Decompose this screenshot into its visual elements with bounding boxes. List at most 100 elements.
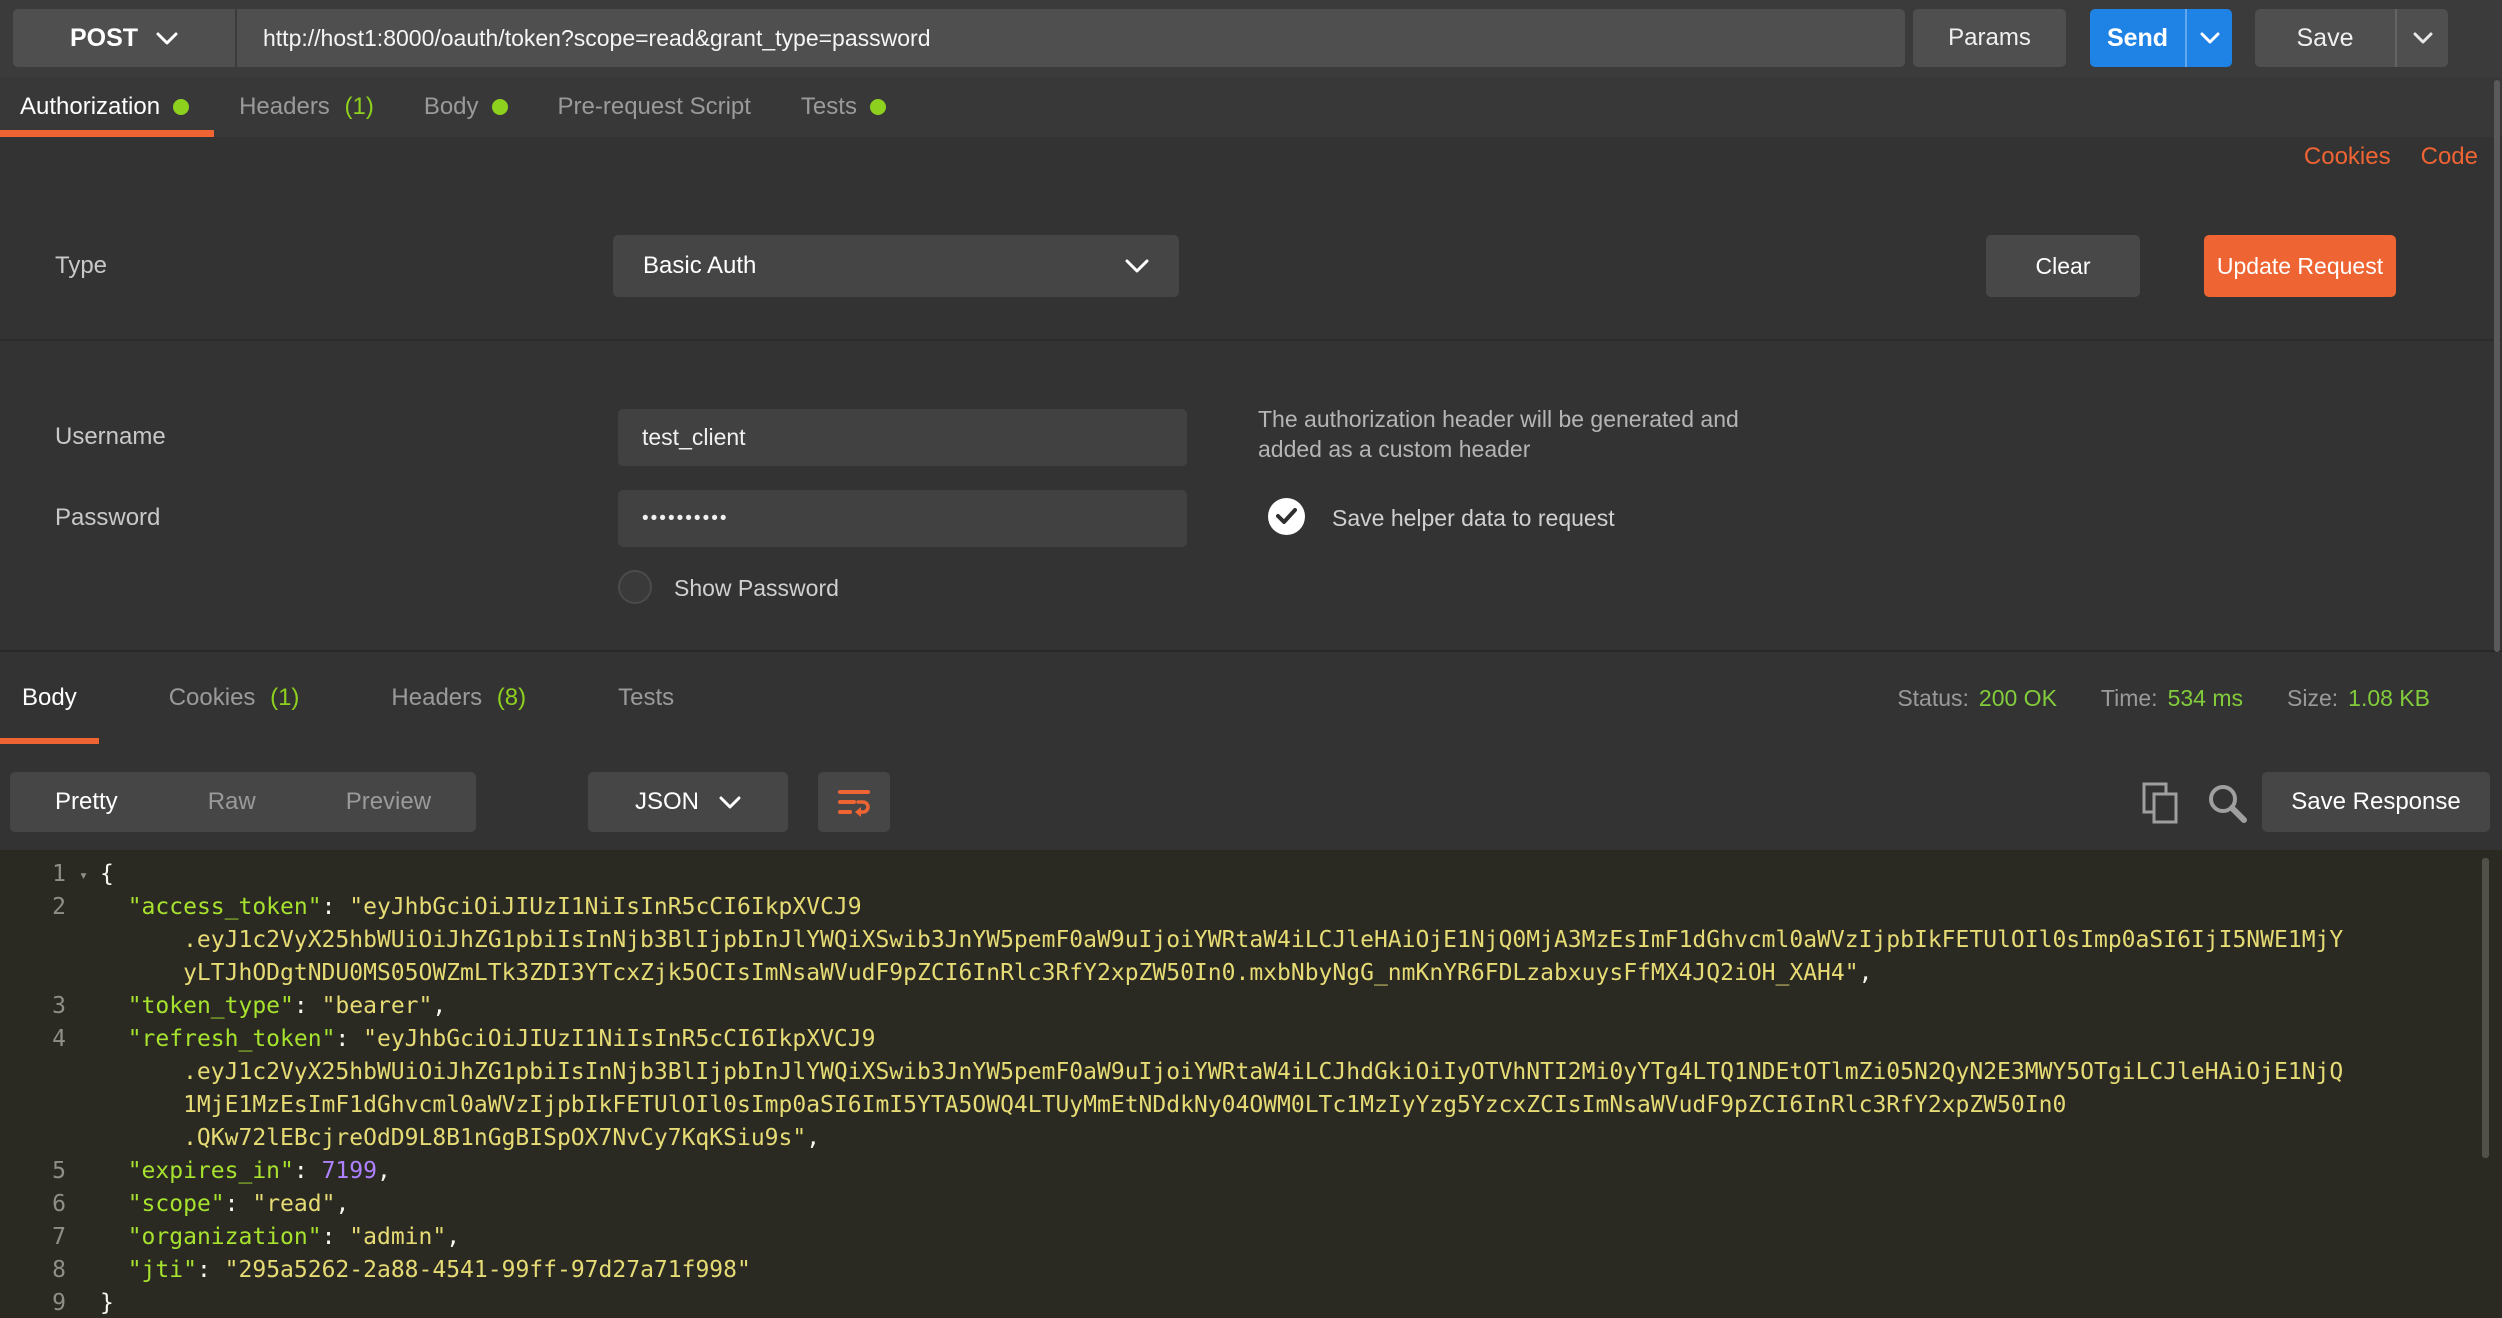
tab-headers[interactable]: Headers (1): [214, 77, 399, 137]
code-line: .eyJ1c2VyX25hbWUiOiJhZG1pbiIsInNjb3BlIjp…: [0, 1056, 2502, 1089]
send-button[interactable]: Send: [2090, 9, 2232, 67]
auth-type-label: Type: [55, 252, 107, 280]
response-meta: Status:200 OK Time:534 ms Size: 1.08 KB: [1897, 652, 2430, 744]
code-text: "jti": "295a5262-2a88-4541-99ff-97d27a71…: [100, 1254, 751, 1287]
tab-label: Tests: [801, 93, 857, 121]
tab-label: Body: [424, 93, 479, 121]
line-number: [0, 1089, 66, 1122]
code-line: 1▾ {: [0, 858, 2502, 891]
code-line: 3 "token_type": "bearer",: [0, 990, 2502, 1023]
tab-tests[interactable]: Tests: [776, 77, 911, 137]
code-text: "organization": "admin",: [100, 1221, 460, 1254]
meta-time: Time:534 ms: [2101, 685, 2243, 712]
auth-type-select[interactable]: Basic Auth: [613, 235, 1179, 297]
tab-count-badge: (1): [263, 684, 299, 712]
line-number: 2: [0, 891, 66, 924]
code-text: .eyJ1c2VyX25hbWUiOiJhZG1pbiIsInNjb3BlIjp…: [100, 924, 2343, 957]
tab-pre-request-script[interactable]: Pre-request Script: [533, 77, 776, 137]
line-number: 6: [0, 1188, 66, 1221]
code-text: "token_type": "bearer",: [100, 990, 446, 1023]
update-request-button[interactable]: Update Request: [2204, 235, 2396, 297]
mode-pretty[interactable]: Pretty: [10, 772, 163, 832]
view-mode-group: PrettyRawPreview: [10, 772, 476, 832]
tab-count-badge: (8): [490, 684, 526, 712]
code-text: .eyJ1c2VyX25hbWUiOiJhZG1pbiIsInNjb3BlIjp…: [100, 1056, 2343, 1089]
request-tabs: Authorization Headers (1) Body Pre-request …: [0, 77, 2502, 137]
line-number: 1▾: [0, 858, 66, 891]
username-input[interactable]: test_client: [618, 409, 1187, 466]
show-password-label: Show Password: [674, 575, 839, 602]
search-response-button[interactable]: [2204, 780, 2250, 826]
chevron-down-icon: [2200, 32, 2220, 44]
tab-label: Cookies: [169, 684, 256, 712]
code-line: .QKw72lEBcjreOdD9L8B1nGgBISpOX7NvCy7KqKS…: [0, 1122, 2502, 1155]
meta-value: 1.08 KB: [2348, 685, 2430, 712]
line-number: [0, 1056, 66, 1089]
show-password-radio[interactable]: [618, 570, 652, 604]
save-response-button[interactable]: Save Response: [2262, 772, 2490, 832]
code-line: 4 "refresh_token": "eyJhbGciOiJIUzI1NiIs…: [0, 1023, 2502, 1056]
meta-status: Status:200 OK: [1897, 685, 2057, 712]
meta-value: 534 ms: [2168, 685, 2243, 712]
tab-cookies[interactable]: Cookies (1): [147, 652, 322, 744]
tab-label: Authorization: [20, 93, 160, 121]
line-number: [0, 1122, 66, 1155]
chevron-down-icon: [1125, 259, 1149, 273]
code-link[interactable]: Code: [2421, 143, 2478, 171]
tab-count-badge: (1): [338, 93, 374, 121]
green-dot-icon: [492, 99, 508, 115]
request-url-bar: POST http://host1:8000/oauth/token?scope…: [0, 0, 2502, 77]
method-dropdown[interactable]: POST: [13, 9, 237, 67]
send-options-button[interactable]: [2185, 9, 2232, 67]
response-tabs: Body Cookies (1) Headers (8) Tests: [0, 652, 1500, 744]
search-icon: [2206, 782, 2248, 824]
request-scrollbar[interactable]: [2494, 80, 2500, 652]
tab-body[interactable]: Body: [399, 77, 533, 137]
tab-label: Pre-request Script: [558, 93, 751, 121]
response-scrollbar[interactable]: [2482, 858, 2489, 1158]
tab-authorization[interactable]: Authorization: [0, 77, 214, 137]
response-body-viewer[interactable]: 1▾{2 "access_token": "eyJhbGciOiJIUzI1Ni…: [0, 850, 2502, 1318]
method-label: POST: [70, 24, 138, 53]
language-value: JSON: [635, 788, 699, 816]
code-line: 1MjE1MzEsImF1dGhvcml0aWVzIjpbIkFETUlOIl0…: [0, 1089, 2502, 1122]
code-text: "expires_in": 7199,: [100, 1155, 391, 1188]
copy-response-button[interactable]: [2138, 780, 2184, 826]
mode-preview[interactable]: Preview: [301, 772, 476, 832]
save-options-button[interactable]: [2395, 9, 2448, 67]
username-label: Username: [55, 423, 166, 451]
auth-type-value: Basic Auth: [643, 252, 756, 280]
password-label: Password: [55, 504, 160, 532]
green-dot-icon: [870, 99, 886, 115]
password-input[interactable]: ••••••••••: [618, 490, 1187, 547]
save-label[interactable]: Save: [2255, 9, 2395, 67]
code-line: yLTJhODgtNDU0MS05OWZmLTk3ZDI3YTcxZjk5OCI…: [0, 957, 2502, 990]
tab-tests[interactable]: Tests: [596, 652, 696, 744]
meta-label: Size:: [2287, 685, 2338, 712]
line-number: 8: [0, 1254, 66, 1287]
code-text: {: [100, 858, 114, 891]
code-text: "refresh_token": "eyJhbGciOiJIUzI1NiIsIn…: [100, 1023, 875, 1056]
fold-caret-icon[interactable]: ▾: [79, 859, 88, 892]
code-line: 6 "scope": "read",: [0, 1188, 2502, 1221]
clear-button[interactable]: Clear: [1986, 235, 2140, 297]
wrap-text-button[interactable]: [818, 772, 890, 832]
tab-headers[interactable]: Headers (8): [369, 652, 548, 744]
cookies-link[interactable]: Cookies: [2304, 143, 2391, 171]
code-lines: 1▾{2 "access_token": "eyJhbGciOiJIUzI1Ni…: [0, 858, 2502, 1318]
line-number: [0, 924, 66, 957]
mode-raw[interactable]: Raw: [163, 772, 301, 832]
line-number: 9: [0, 1287, 66, 1318]
tab-body[interactable]: Body: [0, 652, 99, 744]
params-button[interactable]: Params: [1913, 9, 2066, 67]
tab-label: Body: [22, 684, 77, 712]
save-button[interactable]: Save: [2255, 9, 2448, 67]
line-number: 3: [0, 990, 66, 1023]
language-select[interactable]: JSON: [588, 772, 788, 832]
chevron-down-icon: [2413, 32, 2433, 44]
copy-icon: [2141, 781, 2181, 825]
url-input[interactable]: http://host1:8000/oauth/token?scope=read…: [237, 25, 1905, 52]
meta-label: Status:: [1897, 685, 1969, 712]
save-helper-checkbox[interactable]: [1268, 498, 1305, 535]
send-label[interactable]: Send: [2090, 9, 2185, 67]
